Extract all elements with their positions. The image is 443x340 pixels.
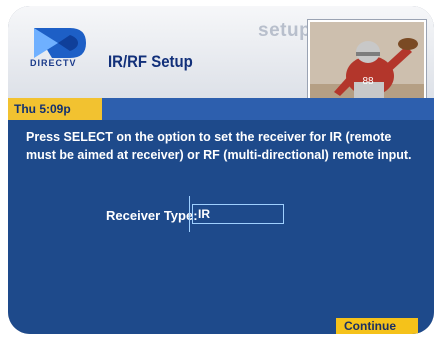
logo-text: DIRECTV xyxy=(30,58,77,68)
field-divider xyxy=(189,196,190,232)
date-time: Thu 5:09p xyxy=(8,98,102,120)
directv-logo-icon xyxy=(32,26,96,76)
instruction-text: Press SELECT on the option to set the re… xyxy=(26,130,412,162)
svg-text:88: 88 xyxy=(362,76,374,87)
receiver-type-selector[interactable]: IR xyxy=(192,204,284,224)
section-title: setup xyxy=(258,20,312,41)
receiver-type-label: Receiver Type: xyxy=(106,208,198,223)
page-title: IR/RF Setup xyxy=(108,52,193,71)
continue-button[interactable]: Continue xyxy=(336,318,418,334)
content-panel: Press SELECT on the option to set the re… xyxy=(8,120,434,334)
header: DIRECTV IR/RF Setup setup 88 xyxy=(8,6,434,120)
setup-screen: DIRECTV IR/RF Setup setup 88 Thu 5:09p P… xyxy=(8,6,434,334)
